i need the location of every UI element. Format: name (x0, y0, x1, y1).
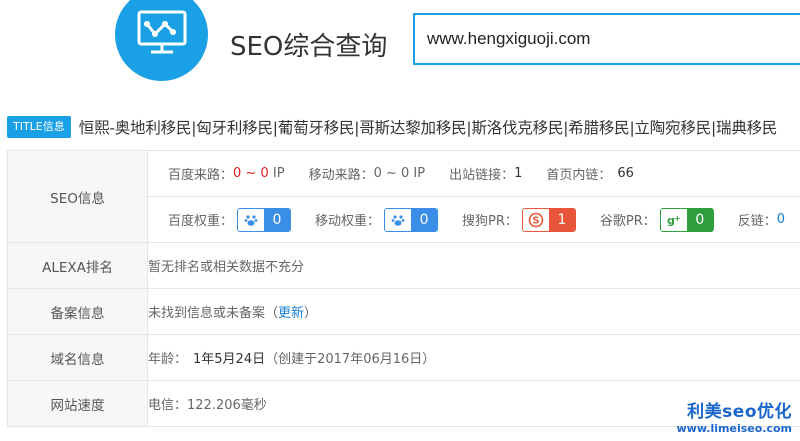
sogou-pr-badge[interactable]: S 1 (521, 207, 576, 232)
sogou-icon: S (522, 208, 549, 231)
baidu-paw-icon (385, 208, 412, 231)
mobile-source: 移动来路： 0 ~ 0 IP (308, 166, 426, 183)
seo-label: SEO信息 (7, 150, 148, 243)
outbound-links: 出站链接： 1 (449, 166, 523, 183)
icp-label: 备案信息 (7, 288, 148, 335)
baidu-weight[interactable]: 百度权重： 0 (168, 207, 292, 232)
info-table: SEO信息 百度来路： 0 ~ 0 IP 移动来路： 0 ~ 0 IP 出站链接：… (7, 150, 800, 427)
monitor-chart-icon (137, 10, 187, 54)
icp-value-cell: 未找到信息或未备案（更新） (147, 288, 800, 335)
page-title: SEO综合查询 (230, 32, 388, 62)
baidu-weight-badge[interactable]: 0 (237, 207, 292, 232)
search-input[interactable] (427, 29, 797, 49)
domain-created: （创建于2017年06月16日） (265, 352, 436, 367)
table-row: 域名信息 年龄： 1年5月24日（创建于2017年06月16日） (7, 334, 800, 381)
alexa-label: ALEXA排名 (7, 242, 148, 289)
sogou-pr[interactable]: 搜狗PR： S 1 (462, 207, 576, 232)
google-pr[interactable]: 谷歌PR： g + 0 (600, 207, 714, 232)
logo[interactable] (115, 0, 208, 81)
speed-label: 网站速度 (7, 380, 148, 427)
seo-line-2: 百度权重： 0 移动权重： 0 搜狗PR： S 1 谷歌PR： g + 0 反链… (148, 196, 800, 242)
title-badge: TITLE信息 (7, 116, 71, 138)
table-row: SEO信息 百度来路： 0 ~ 0 IP 移动来路： 0 ~ 0 IP 出站链接：… (7, 150, 800, 243)
alexa-value: 暂无排名或相关数据不充分 (147, 242, 800, 289)
mobile-weight[interactable]: 移动权重： 0 (315, 207, 439, 232)
search-box[interactable] (413, 13, 800, 65)
title-text: 恒熙-奥地利移民|匈牙利移民|葡萄牙移民|哥斯达黎加移民|斯洛伐克移民|希腊移民… (78, 119, 778, 137)
baidu-paw-icon (238, 208, 265, 231)
icp-update-link[interactable]: 更新 (278, 306, 304, 321)
google-plus-icon: g + (660, 208, 687, 231)
watermark: 利美seo优化 www.limeiseo.com (676, 402, 792, 435)
seo-line-1: 百度来路： 0 ~ 0 IP 移动来路： 0 ~ 0 IP 出站链接： 1 首页内链… (148, 151, 800, 196)
google-pr-badge[interactable]: g + 0 (659, 207, 714, 232)
table-row: 备案信息 未找到信息或未备案（更新） (7, 288, 800, 335)
baidu-source: 百度来路： 0 ~ 0 IP (168, 166, 285, 183)
domain-value-cell: 年龄： 1年5月24日（创建于2017年06月16日） (147, 334, 800, 381)
domain-label: 域名信息 (7, 334, 148, 381)
home-inner-links: 首页内链： 66 (546, 166, 634, 183)
backlinks[interactable]: 反链： 0 (738, 210, 785, 229)
svg-text:+: + (674, 214, 681, 223)
table-row: ALEXA排名 暂无排名或相关数据不充分 (7, 242, 800, 289)
icp-value: 未找到信息或未备案 (148, 306, 266, 321)
domain-age: 1年5月24日 (193, 352, 266, 367)
mobile-weight-badge[interactable]: 0 (384, 207, 439, 232)
title-row: TITLE信息 恒熙-奥地利移民|匈牙利移民|葡萄牙移民|哥斯达黎加移民|斯洛伐克… (7, 116, 800, 142)
svg-text:S: S (532, 215, 539, 226)
